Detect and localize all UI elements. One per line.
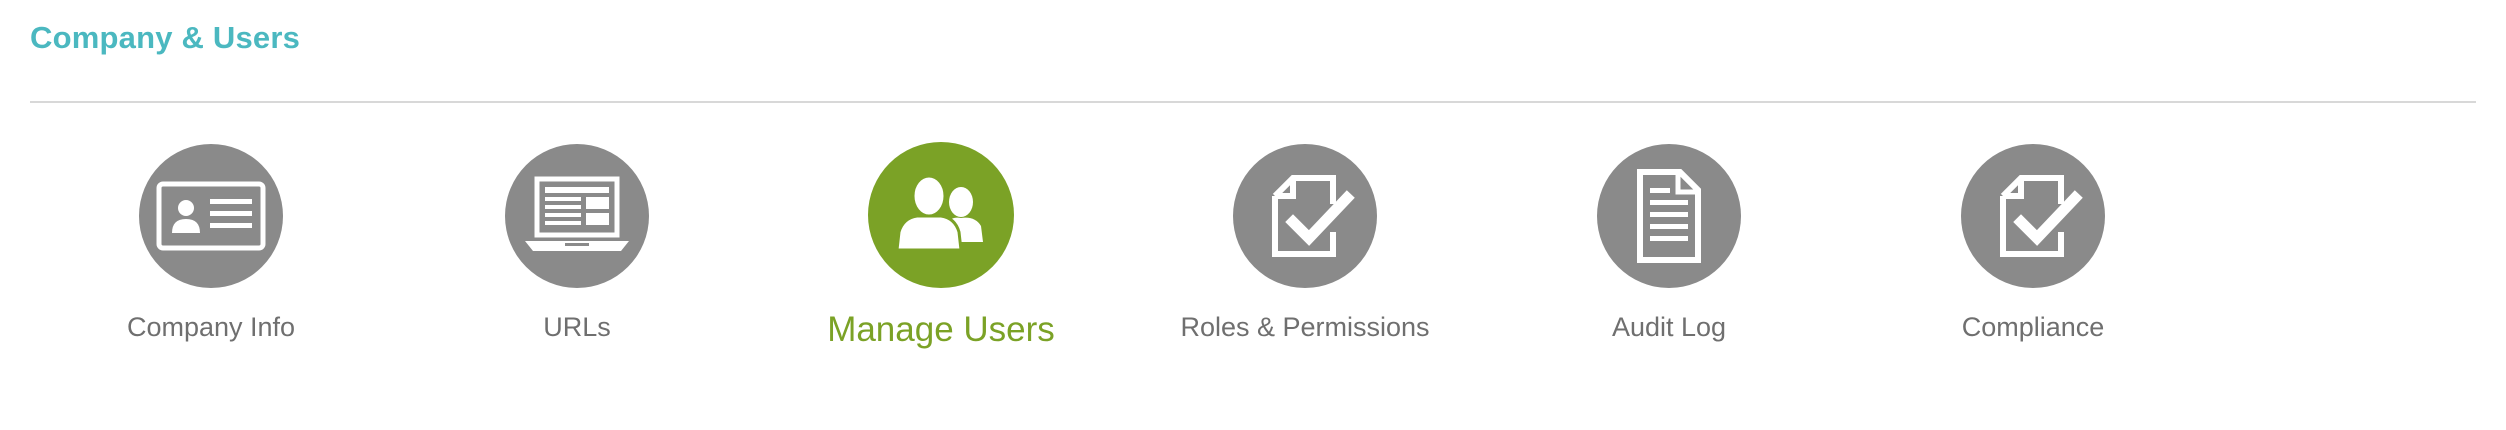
nav-label-compliance: Compliance [1961,312,2105,342]
nav-label-roles-permissions: Roles & Permissions [1180,312,1430,342]
nav-item-compliance[interactable]: Compliance [1883,140,2183,343]
nav-label-manage-users: Manage Users [827,310,1055,349]
users-icon [868,142,1014,288]
document-check-icon [1961,144,2105,288]
nav-label-urls: URLs [543,312,611,342]
document-check-icon [1233,144,1377,288]
nav-item-company-info[interactable]: Company Info [61,140,361,343]
divider [30,101,2476,103]
nav-item-audit-log[interactable]: Audit Log [1519,140,1819,343]
nav-label-audit-log: Audit Log [1611,312,1727,342]
nav-item-manage-users[interactable]: Manage Users [791,140,1091,350]
document-icon [1597,144,1741,288]
nav-item-roles-permissions[interactable]: Roles & Permissions [1155,140,1455,343]
id-card-icon [139,144,283,288]
nav-label-company-info: Company Info [126,312,296,342]
section-title: Company & Users [30,20,301,55]
nav-item-urls[interactable]: URLs [427,140,727,343]
laptop-icon [505,144,649,288]
